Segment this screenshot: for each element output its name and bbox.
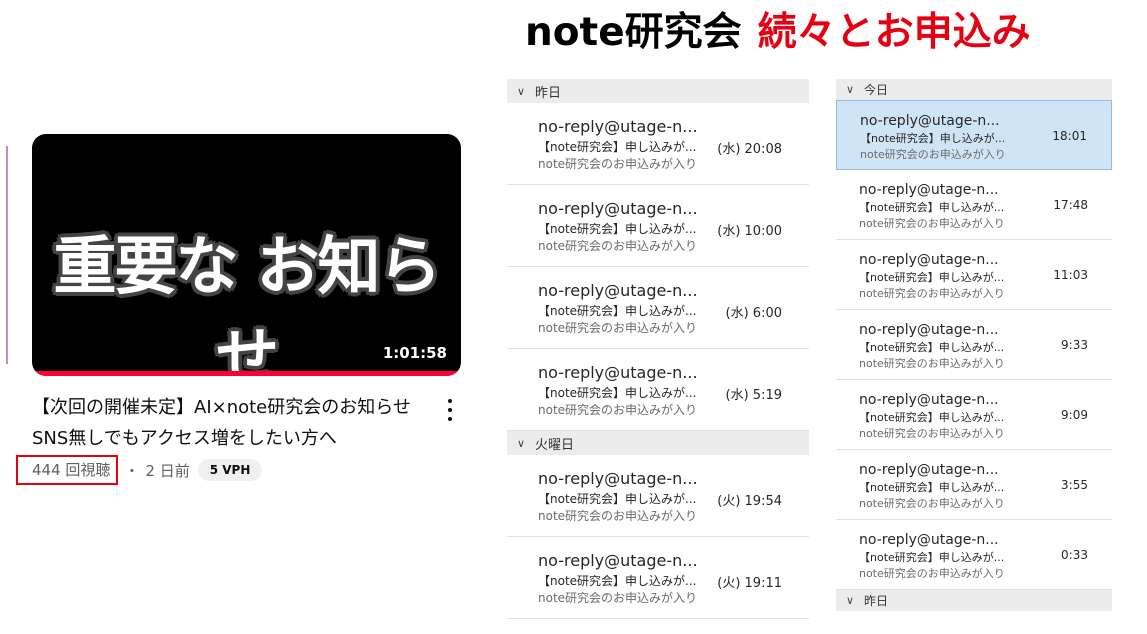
mail-preview: note研究会のお申込みが入り: [538, 591, 698, 605]
mail-sender: no-reply@utage-n...: [538, 199, 698, 218]
upload-age: 2 日前: [145, 461, 190, 480]
mail-preview: note研究会のお申込みが入り: [538, 403, 698, 417]
mail-subject: 【note研究会】申し込みが...: [538, 222, 697, 236]
mail-item[interactable]: no-reply@utage-n... 【note研究会】申し込みが... note…: [836, 100, 1112, 170]
mail-item[interactable]: no-reply@utage-n... 【note研究会】申し込みが... note…: [836, 240, 1112, 310]
group-label: 昨日: [535, 85, 562, 101]
mail-preview: note研究会のお申込みが入り: [859, 357, 1005, 370]
mail-preview: note研究会のお申込みが入り: [859, 217, 1005, 230]
video-meta: 444 回視聴 ・ 2 日前 5 VPH: [16, 455, 263, 485]
group-header[interactable]: ∨ 昨日: [836, 590, 1112, 611]
mail-sender: no-reply@utage-n...: [859, 182, 999, 198]
mail-item[interactable]: no-reply@utage-n... 【note研究会】申し込みが... note…: [507, 267, 809, 349]
mail-subject: 【note研究会】申し込みが...: [859, 341, 1005, 354]
mail-list-left: ∨ 昨日 no-reply@utage-n... 【note研究会】申し込みが... n…: [507, 79, 809, 619]
mail-time: (水) 20:08: [717, 142, 782, 157]
mail-list-right: ∨ 今日 no-reply@utage-n... 【note研究会】申し込みが... n…: [836, 79, 1112, 611]
headline-accent: 続々とお申込み: [757, 10, 1031, 55]
chevron-down-icon[interactable]: ∨: [513, 85, 529, 98]
group-header[interactable]: ∨ 火曜日: [507, 431, 809, 455]
mail-item[interactable]: no-reply@utage-n... 【note研究会】申し込みが... note…: [507, 103, 809, 185]
group-label: 火曜日: [535, 437, 575, 453]
mail-item[interactable]: no-reply@utage-n... 【note研究会】申し込みが... note…: [836, 520, 1112, 590]
mail-preview: note研究会のお申込みが入り: [859, 497, 1005, 510]
mail-preview: note研究会のお申込みが入り: [859, 427, 1005, 440]
mail-sender: no-reply@utage-n...: [538, 117, 698, 136]
mail-preview: note研究会のお申込みが入り: [860, 148, 1006, 161]
mail-subject: 【note研究会】申し込みが...: [859, 551, 1005, 564]
mail-time: 3:55: [1061, 478, 1088, 492]
mail-item[interactable]: no-reply@utage-n... 【note研究会】申し込みが... note…: [836, 380, 1112, 450]
mail-time: (火) 19:54: [717, 494, 782, 509]
mail-subject: 【note研究会】申し込みが...: [859, 271, 1005, 284]
mail-subject: 【note研究会】申し込みが...: [859, 481, 1005, 494]
mail-item[interactable]: no-reply@utage-n... 【note研究会】申し込みが... note…: [836, 170, 1112, 240]
mail-item[interactable]: no-reply@utage-n... 【note研究会】申し込みが... note…: [507, 349, 809, 431]
mail-sender: no-reply@utage-n...: [538, 281, 698, 300]
headline-main: note研究会: [525, 10, 742, 55]
mail-item[interactable]: no-reply@utage-n... 【note研究会】申し込みが... note…: [507, 185, 809, 267]
mail-time: 9:33: [1061, 338, 1088, 352]
mail-sender: no-reply@utage-n...: [860, 113, 1000, 129]
watch-progress-bar: [32, 371, 461, 376]
mail-subject: 【note研究会】申し込みが...: [538, 140, 697, 154]
video-thumbnail[interactable]: 重要な お知らせ 1:01:58: [32, 134, 461, 376]
mail-time: 9:09: [1061, 408, 1088, 422]
mail-preview: note研究会のお申込みが入り: [859, 567, 1005, 580]
mail-time: 0:33: [1061, 548, 1088, 562]
mail-time: (火) 19:11: [717, 576, 782, 591]
mail-preview: note研究会のお申込みが入り: [538, 157, 698, 171]
mail-subject: 【note研究会】申し込みが...: [538, 574, 697, 588]
headline: note研究会 続々とお申込み: [525, 8, 1031, 58]
mail-item[interactable]: no-reply@utage-n... 【note研究会】申し込みが... note…: [507, 537, 809, 619]
mail-sender: no-reply@utage-n...: [538, 551, 698, 570]
mail-sender: no-reply@utage-n...: [859, 322, 999, 338]
mail-item[interactable]: no-reply@utage-n... 【note研究会】申し込みが... note…: [836, 310, 1112, 380]
mail-preview: note研究会のお申込みが入り: [538, 321, 698, 335]
mail-preview: note研究会のお申込みが入り: [859, 287, 1005, 300]
mail-sender: no-reply@utage-n...: [538, 469, 698, 488]
more-vert-icon[interactable]: [440, 396, 460, 424]
mail-subject: 【note研究会】申し込みが...: [859, 411, 1005, 424]
chevron-down-icon[interactable]: ∨: [842, 83, 858, 96]
mail-sender: no-reply@utage-n...: [859, 392, 999, 408]
mail-subject: 【note研究会】申し込みが...: [860, 132, 1006, 145]
group-label: 昨日: [864, 594, 889, 608]
mail-time: (水) 6:00: [725, 306, 782, 321]
chevron-down-icon[interactable]: ∨: [842, 594, 858, 607]
mail-item[interactable]: no-reply@utage-n... 【note研究会】申し込みが... note…: [507, 455, 809, 537]
meta-separator: ・: [124, 461, 140, 480]
group-header[interactable]: ∨ 昨日: [507, 79, 809, 103]
mail-sender: no-reply@utage-n...: [859, 462, 999, 478]
mail-subject: 【note研究会】申し込みが...: [538, 492, 697, 506]
group-label: 今日: [864, 83, 889, 97]
duration-badge: 1:01:58: [376, 342, 453, 364]
group-header[interactable]: ∨ 今日: [836, 79, 1112, 100]
mail-time: (水) 5:19: [725, 388, 782, 403]
mail-subject: 【note研究会】申し込みが...: [538, 386, 697, 400]
mail-time: 18:01: [1052, 129, 1087, 143]
video-title[interactable]: 【次回の開催未定】AI×note研究会のお知らせ SNS無しでもアクセス増をした…: [32, 392, 427, 454]
mail-sender: no-reply@utage-n...: [538, 363, 698, 382]
mail-preview: note研究会のお申込みが入り: [538, 509, 698, 523]
mail-subject: 【note研究会】申し込みが...: [538, 304, 697, 318]
mail-preview: note研究会のお申込みが入り: [538, 239, 698, 253]
divider: [6, 146, 8, 364]
mail-item[interactable]: no-reply@utage-n... 【note研究会】申し込みが... note…: [836, 450, 1112, 520]
mail-sender: no-reply@utage-n...: [859, 532, 999, 548]
chevron-down-icon[interactable]: ∨: [513, 437, 529, 450]
mail-sender: no-reply@utage-n...: [859, 252, 999, 268]
vph-badge: 5 VPH: [197, 459, 263, 481]
mail-subject: 【note研究会】申し込みが...: [859, 201, 1005, 214]
view-count: 444 回視聴: [16, 455, 119, 485]
mail-time: (水) 10:00: [717, 224, 782, 239]
mail-time: 17:48: [1053, 198, 1088, 212]
mail-time: 11:03: [1053, 268, 1088, 282]
